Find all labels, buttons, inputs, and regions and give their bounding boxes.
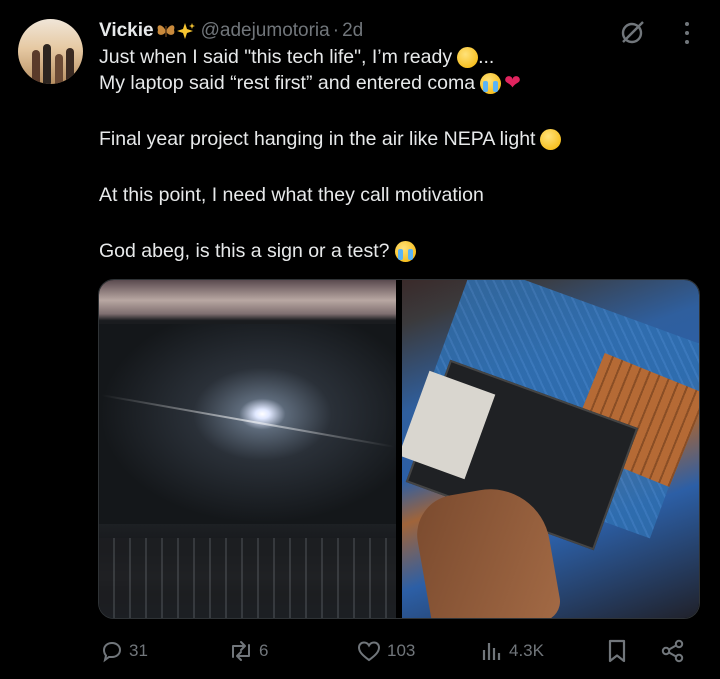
timestamp[interactable]: 2d [342,20,363,42]
separator-dot: · [332,20,340,41]
tweet-line-3-text: Final year project hanging in the air li… [99,128,536,150]
grok-icon[interactable] [620,19,646,45]
tweet-text: Just when I said "this tech life", I’m r… [99,44,659,264]
tweet-header: Vickie @adejumotoria · 2d [99,18,363,44]
repost-button[interactable]: 6 [228,636,268,666]
laptop-battery-photo[interactable] [402,280,699,618]
tweet-line-2: My laptop said “rest first” and entered … [99,70,659,96]
name-emoji [156,22,195,40]
like-count: 103 [387,641,416,660]
avatar[interactable] [18,19,83,84]
reply-button[interactable]: 31 [100,636,148,666]
repost-count: 6 [259,641,269,660]
share-button[interactable] [660,636,686,666]
tweet-line-4: At this point, I need what they call mot… [99,182,659,208]
tweet-line-5: God abeg, is this a sign or a test? [99,238,659,264]
views-count: 4.3K [509,641,544,660]
repost-icon [232,641,250,661]
reply-count: 31 [129,641,148,660]
views-button[interactable]: 4.3K [480,636,544,666]
tweet-line-1-suffix: ... [478,46,495,68]
tired-face-icon [457,46,479,68]
author-name[interactable]: Vickie [99,20,154,42]
crying-face-icon [394,240,416,262]
broken-heart-icon: ❤ [504,72,521,94]
tweet-line-5-text: God abeg, is this a sign or a test? [99,240,390,262]
views-icon [482,643,501,660]
tweet-line-1-text: Just when I said "this tech life", I’m r… [99,46,453,68]
laptop-screen-photo[interactable] [99,280,396,618]
tweet-line-3: Final year project hanging in the air li… [99,126,659,152]
media-grid [98,279,700,619]
tweet-line-4-text: At this point, I need what they call mot… [99,184,484,206]
face-holding-back-tears-icon [540,128,562,150]
tweet-line-1: Just when I said "this tech life", I’m r… [99,44,659,70]
action-bar: 31 6 103 4.3K [100,636,700,666]
reply-icon [102,641,122,663]
like-icon [357,641,381,662]
sparkles-icon [176,23,195,39]
author-handle[interactable]: @adejumotoria [201,20,330,42]
crying-face-icon [480,72,502,94]
share-icon [661,639,684,663]
tweet-line-2-text: My laptop said “rest first” and entered … [99,72,476,94]
bookmark-button[interactable] [606,636,628,666]
like-button[interactable]: 103 [356,636,415,666]
more-icon[interactable] [679,22,695,44]
bookmark-icon [608,639,626,663]
butterfly-icon [157,25,174,37]
